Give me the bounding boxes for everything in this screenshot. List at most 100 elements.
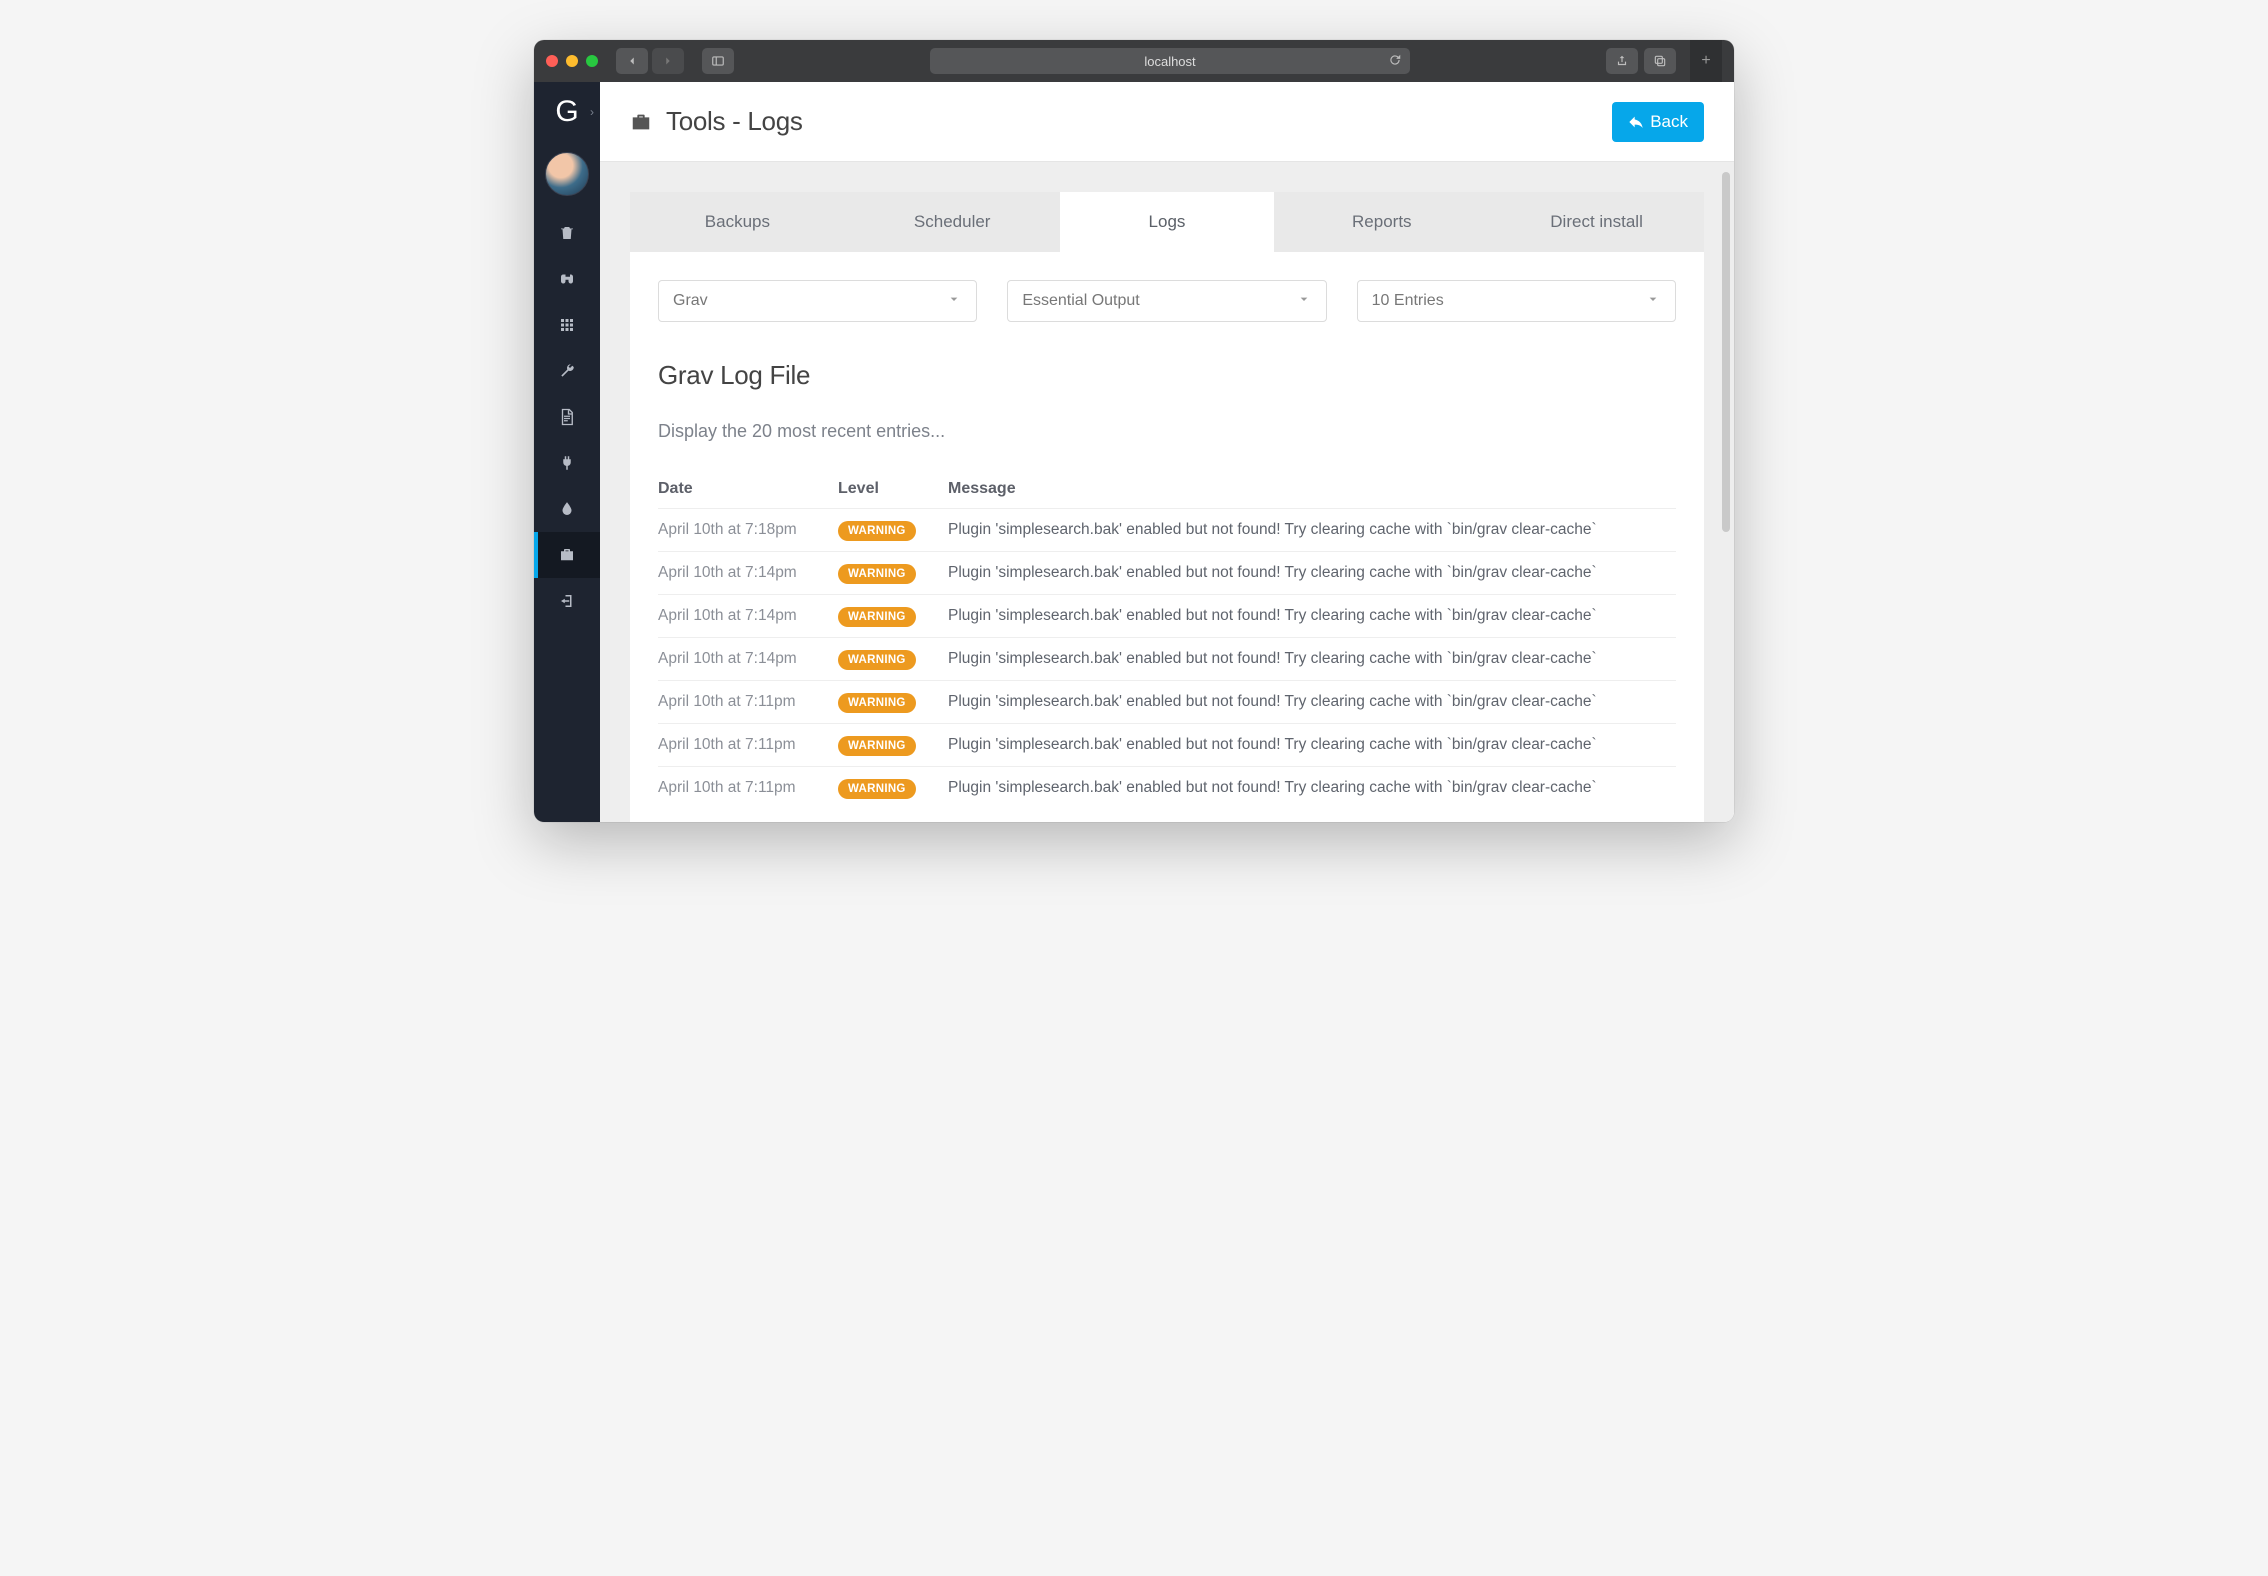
reply-icon — [1628, 114, 1644, 130]
wrench-icon — [558, 362, 576, 380]
briefcase-icon — [558, 546, 576, 564]
log-date: April 10th at 7:14pm — [658, 650, 838, 668]
tab-label: Reports — [1352, 212, 1412, 231]
share-button[interactable] — [1606, 48, 1638, 74]
log-row: April 10th at 7:11pmWARNINGPlugin 'simpl… — [658, 766, 1676, 809]
tab-direct-install[interactable]: Direct install — [1489, 192, 1704, 252]
sidebar-item-grid[interactable] — [534, 302, 600, 348]
chevron-right-icon: › — [590, 105, 594, 119]
back-button[interactable]: Back — [1612, 102, 1704, 142]
sidebar-item-plugins[interactable] — [534, 440, 600, 486]
log-message: Plugin 'simplesearch.bak' enabled but no… — [948, 779, 1676, 797]
log-level: WARNING — [838, 650, 948, 668]
titlebar: localhost + — [534, 40, 1734, 82]
nav-forward-button[interactable] — [652, 48, 684, 74]
sidebar-item-tools[interactable] — [534, 532, 600, 578]
sidebar-toggle-button[interactable] — [702, 48, 734, 74]
level-badge: WARNING — [838, 779, 916, 799]
drop-icon — [558, 500, 576, 518]
plug-icon — [558, 454, 576, 472]
document-icon — [558, 408, 576, 426]
log-message: Plugin 'simplesearch.bak' enabled but no… — [948, 693, 1676, 711]
sidebar-item-pages[interactable] — [534, 394, 600, 440]
level-badge: WARNING — [838, 564, 916, 584]
column-level: Level — [838, 480, 948, 498]
select-log-level[interactable]: Essential Output — [1007, 280, 1326, 322]
briefcase-icon — [630, 111, 652, 133]
toolbar-right — [1606, 48, 1676, 74]
minimize-window-button[interactable] — [566, 55, 578, 67]
column-message: Message — [948, 480, 1676, 498]
log-level: WARNING — [838, 779, 948, 797]
back-button-label: Back — [1650, 112, 1688, 132]
log-row: April 10th at 7:11pmWARNING Plugin 'simpl… — [658, 723, 1676, 766]
log-row: April 10th at 7:18pmWARNINGPlugin 'simpl… — [658, 508, 1676, 551]
log-table-header: Date Level Message — [658, 470, 1676, 508]
trash-icon — [558, 224, 576, 242]
select-entry-count[interactable]: 10 Entries — [1357, 280, 1676, 322]
tabs-button[interactable] — [1644, 48, 1676, 74]
tabs-icon — [1653, 54, 1667, 68]
log-table-body: April 10th at 7:18pmWARNINGPlugin 'simpl… — [658, 508, 1676, 809]
nav-back-button[interactable] — [616, 48, 648, 74]
share-icon — [1615, 54, 1629, 68]
log-section: Grav Log File Display the 20 most recent… — [630, 332, 1704, 822]
reload-icon[interactable] — [1388, 53, 1402, 70]
log-date: April 10th at 7:14pm — [658, 607, 838, 625]
log-date: April 10th at 7:11pm — [658, 693, 838, 711]
column-date: Date — [658, 480, 838, 498]
avatar[interactable] — [545, 152, 589, 196]
section-heading: Grav Log File — [658, 360, 1676, 391]
logout-icon — [558, 592, 576, 610]
tab-backups[interactable]: Backups — [630, 192, 845, 252]
select-log-source[interactable]: Grav — [658, 280, 977, 322]
page-header: Tools - Logs Back — [600, 82, 1734, 162]
sidebar-item-config[interactable] — [534, 348, 600, 394]
log-level: WARNING — [838, 564, 948, 582]
level-badge: WARNING — [838, 607, 916, 627]
log-date: April 10th at 7:11pm — [658, 736, 838, 754]
select-value: Essential Output — [1022, 292, 1139, 310]
close-window-button[interactable] — [546, 55, 558, 67]
tab-reports[interactable]: Reports — [1274, 192, 1489, 252]
tab-label: Logs — [1149, 212, 1186, 231]
log-row: April 10th at 7:14pmWARNING Plugin 'simpl… — [658, 637, 1676, 680]
sidebar-item-trash[interactable] — [534, 210, 600, 256]
logo-letter: G — [555, 95, 578, 129]
sidebar-item-themes[interactable] — [534, 486, 600, 532]
url-bar[interactable]: localhost — [930, 48, 1410, 74]
binoculars-icon — [558, 270, 576, 288]
log-message: Plugin 'simplesearch.bak' enabled but no… — [948, 736, 1676, 754]
section-subtitle: Display the 20 most recent entries... — [658, 421, 1676, 442]
log-message: Plugin 'simplesearch.bak' enabled but no… — [948, 521, 1676, 539]
zoom-window-button[interactable] — [586, 55, 598, 67]
sidebar-item-logout[interactable] — [534, 578, 600, 624]
log-row: April 10th at 7:11pmWARNINGPlugin 'simpl… — [658, 680, 1676, 723]
level-badge: WARNING — [838, 650, 916, 670]
tab-logs[interactable]: Logs — [1060, 192, 1275, 252]
chevron-down-icon — [1645, 291, 1661, 312]
browser-window: localhost + G › — [534, 40, 1734, 822]
log-message: Plugin 'simplesearch.bak' enabled but no… — [948, 650, 1676, 668]
log-message: Plugin 'simplesearch.bak' enabled but no… — [948, 607, 1676, 625]
select-value: Grav — [673, 292, 708, 310]
main-area: Tools - Logs Back Backups Scheduler Logs… — [600, 82, 1734, 822]
level-badge: WARNING — [838, 736, 916, 756]
content-card: Backups Scheduler Logs Reports Direct in… — [630, 192, 1704, 822]
url-text: localhost — [1144, 54, 1195, 69]
logo[interactable]: G › — [534, 82, 600, 142]
chevron-down-icon — [1296, 291, 1312, 312]
log-filters: Grav Essential Output 10 Entries — [630, 252, 1704, 332]
scrollbar[interactable] — [1722, 172, 1730, 532]
page-title: Tools - Logs — [666, 106, 803, 137]
nav-buttons — [616, 48, 684, 74]
tab-label: Scheduler — [914, 212, 991, 231]
log-level: WARNING — [838, 521, 948, 539]
select-value: 10 Entries — [1372, 292, 1444, 310]
tab-scheduler[interactable]: Scheduler — [845, 192, 1060, 252]
log-row: April 10th at 7:14pmWARNINGPlugin 'simpl… — [658, 551, 1676, 594]
chevron-down-icon — [946, 291, 962, 312]
sidebar-item-search[interactable] — [534, 256, 600, 302]
window-controls — [546, 55, 598, 67]
new-tab-button[interactable]: + — [1690, 40, 1722, 82]
